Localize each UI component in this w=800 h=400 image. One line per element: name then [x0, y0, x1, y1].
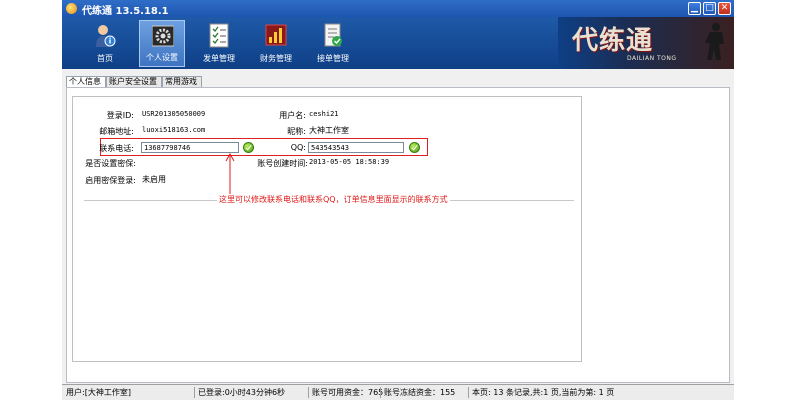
toolbar-settings-button[interactable]: 个人设置 [139, 20, 185, 67]
toolbar-orders-button[interactable]: 发单管理 [196, 20, 242, 67]
toolbar-finance-button[interactable]: 财务管理 [253, 20, 299, 67]
qq-confirm-button[interactable] [409, 142, 420, 153]
status-separator [380, 387, 381, 398]
login-id-label: 登录ID: [106, 111, 134, 120]
window-title: 代练通 13.5.18.1 [82, 6, 169, 17]
annotation-arrow-icon [225, 152, 235, 194]
nickname-label: 昵称: [287, 127, 306, 136]
toolbar-finance-label: 财务管理 [260, 54, 292, 63]
username-value: ceshi21 [309, 110, 339, 118]
phone-confirm-button[interactable] [243, 142, 254, 153]
qq-input[interactable] [308, 142, 404, 153]
phone-label: 联系电话: [99, 144, 134, 153]
status-user: 用户:[大神工作室] [66, 388, 131, 397]
maximize-button[interactable]: □ [703, 2, 716, 15]
person-info-icon [96, 25, 116, 47]
status-available-funds: 账号可用资金：765 [312, 388, 384, 397]
status-paging: 本页: 13 条记录,共:1 页,当前为第: 1 页 [472, 388, 615, 397]
email-label: 邮箱地址: [99, 127, 134, 136]
email-value: luoxi518163.com [142, 126, 206, 134]
status-login-time: 已登录:0小时43分钟6秒 [198, 388, 286, 397]
status-bar: 用户:[大神工作室] 已登录:0小时43分钟6秒 账号可用资金：765 账号冻结… [62, 384, 734, 400]
login-id-value: USR201305050009 [142, 110, 206, 118]
toolbar-home-button[interactable]: 首页 [82, 20, 128, 67]
annotation-note: 这里可以修改联系电话和联系QQ，订单信息里面显示的联系方式 [217, 194, 450, 205]
finance-chart-icon [265, 24, 287, 46]
toolbar-home-label: 首页 [97, 54, 113, 63]
brand-logo-text: 代练通 [572, 26, 654, 56]
created-time-label: 账号创建时间: [257, 159, 308, 168]
toolbar-settings-label: 个人设置 [146, 53, 178, 62]
pwd-login-value: 未启用 [142, 175, 166, 184]
brand-logo-subtitle: DAILIAN TONG [627, 55, 677, 62]
close-button[interactable]: ✕ [718, 2, 731, 15]
checklist-icon [209, 23, 229, 48]
app-window: 代练通 13.5.18.1 ▁ □ ✕ 首页 个人设置 发单管理 财务管理 接单… [62, 0, 734, 400]
status-separator [308, 387, 309, 398]
username-label: 用户名: [279, 111, 306, 120]
toolbar-accept-label: 接单管理 [317, 54, 349, 63]
status-frozen-funds: 账号冻结资金：155 [384, 388, 456, 397]
title-bar: 代练通 13.5.18.1 ▁ □ ✕ [62, 0, 734, 17]
pwd-protect-label: 是否设置密保: [85, 159, 136, 168]
minimize-button[interactable]: ▁ [688, 2, 701, 15]
nickname-value: 大神工作室 [309, 126, 349, 135]
order-accept-icon [324, 23, 342, 47]
status-separator [194, 387, 195, 398]
toolbar-orders-label: 发单管理 [203, 54, 235, 63]
toolbar-accept-button[interactable]: 接单管理 [310, 20, 356, 67]
app-logo-icon [66, 3, 77, 14]
created-time-value: 2013-05-05 18:58:39 [309, 158, 390, 166]
settings-icon [152, 25, 174, 47]
qq-label: QQ: [290, 143, 306, 152]
pwd-login-label: 启用密保登录: [85, 176, 136, 185]
fighter-figure-icon [705, 23, 724, 60]
status-separator [468, 387, 469, 398]
